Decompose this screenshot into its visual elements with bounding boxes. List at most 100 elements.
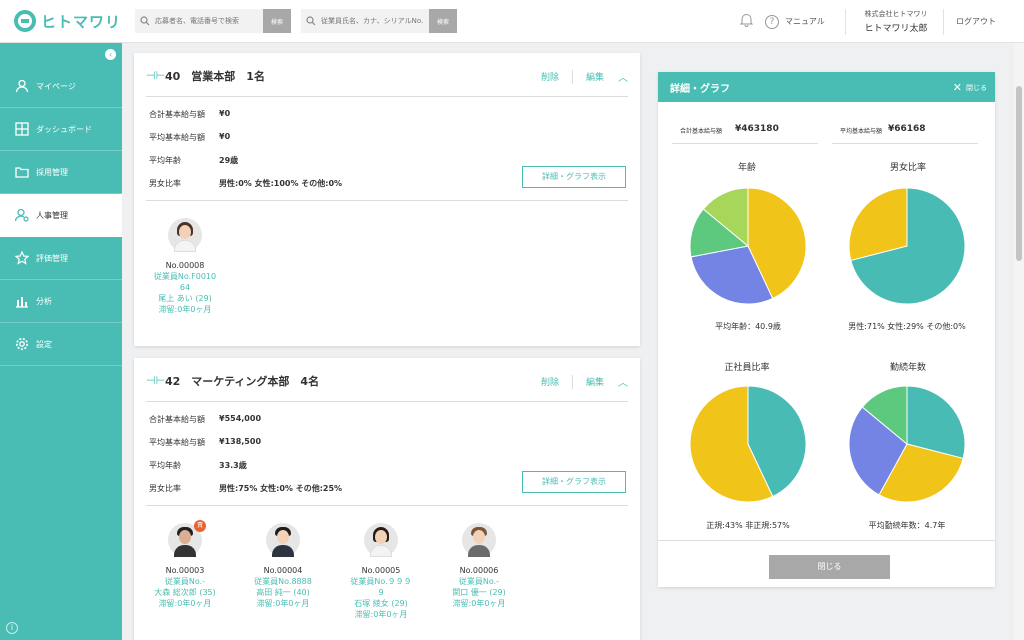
employee-number: No.00003: [165, 566, 205, 575]
panel-header: 詳細・グラフ ✕ 閉じる: [658, 72, 995, 102]
manual-link[interactable]: ? マニュアル: [765, 0, 825, 43]
employee-code-cont[interactable]: 9: [336, 587, 426, 598]
employee-code[interactable]: 従業員No.-: [140, 576, 230, 587]
bell-icon: [739, 13, 754, 30]
employee-name[interactable]: 尾上 あい (29): [140, 293, 230, 304]
detail-graph-button[interactable]: 詳細・グラフ表示: [522, 471, 626, 493]
chevron-up-icon[interactable]: ︿: [618, 69, 628, 84]
employee-item[interactable]: No.00005 従業員No.９９９ 9 石塚 綾女 (29) 滞留:0年0ヶ月: [336, 523, 426, 620]
gender-ratio-value: 男性:0% 女性:100% その他:0%: [219, 179, 343, 188]
user-info[interactable]: 株式会社ヒトマワリ ヒトマワリ太郎: [856, 9, 936, 34]
sidebar: ‹ マイページ ダッシュボード 採用管理 人事管理 評価管理 分析 設定 i: [0, 43, 122, 640]
panel-avg-salary-value: ¥66168: [888, 124, 926, 134]
applicant-search-input[interactable]: [155, 9, 263, 33]
total-salary-label: 合計基本給与額: [149, 415, 205, 424]
employee-item[interactable]: 責 No.00003 従業員No.- 大森 総次郎 (35) 滞留:0年0ヶ月: [140, 520, 230, 609]
avg-salary-value: ¥0: [219, 132, 231, 141]
employee-name[interactable]: 石塚 綾女 (29): [336, 598, 426, 609]
department-icon: ⊣⊢: [146, 374, 166, 387]
scrollbar-thumb[interactable]: [1016, 86, 1022, 261]
detail-graph-panel: 詳細・グラフ ✕ 閉じる 合計基本給与額 ¥463180 平均基本給与額 ¥66…: [658, 72, 995, 587]
department-icon: ⊣⊢: [146, 69, 166, 82]
logout-link[interactable]: ログアウト: [956, 0, 996, 43]
detail-graph-button[interactable]: 詳細・グラフ表示: [522, 166, 626, 188]
panel-total-salary: 合計基本給与額 ¥463180: [672, 120, 818, 144]
avatar: [168, 218, 202, 252]
applicant-search-button[interactable]: 検索: [263, 9, 291, 33]
chevron-up-icon[interactable]: ︿: [618, 374, 628, 389]
edit-button[interactable]: 編集: [586, 375, 604, 388]
fulltime-chart-title: 正社員比率: [724, 363, 770, 373]
employee-code[interactable]: 従業員No.8888: [238, 576, 328, 587]
app-header: ヒトマワリ 検索 検索 ? マニュアル 株式会社ヒトマワリ ヒトマワリ太郎 ログ…: [0, 0, 1024, 43]
employee-code[interactable]: 従業員No.９９９: [336, 576, 426, 587]
sidebar-item-label: ダッシュボード: [36, 124, 92, 134]
employee-stay: 滞留:0年0ヶ月: [158, 305, 212, 314]
help-icon: ?: [765, 14, 779, 29]
info-icon[interactable]: i: [6, 622, 18, 634]
employee-item[interactable]: No.00004 従業員No.8888 高田 純一 (40) 滞留:0年0ヶ月: [238, 523, 328, 609]
notification-bell[interactable]: [739, 0, 754, 43]
sidebar-item-recruiting[interactable]: 採用管理: [0, 151, 122, 194]
avg-age-label: 平均年齢: [149, 156, 181, 165]
panel-total-salary-label: 合計基本給与額: [680, 128, 723, 135]
collapse-sidebar-button[interactable]: ‹: [105, 49, 116, 60]
employee-search-button[interactable]: 検索: [429, 9, 457, 33]
tenure-chart-title: 勤続年数: [889, 363, 926, 373]
department-title: 42 マーケティング本部 4名: [165, 375, 320, 388]
department-card-header: ⊣⊢ 40 営業本部 1名 削除 編集 ︿: [146, 53, 628, 97]
delete-button[interactable]: 削除: [541, 70, 559, 83]
department-card: ⊣⊢ 40 営業本部 1名 削除 編集 ︿ 合計基本給与額 ¥0 平均基本給与額 ¥…: [134, 53, 640, 346]
department-title: 40 営業本部 1名: [165, 70, 265, 83]
close-icon: ✕: [952, 81, 962, 94]
panel-divider: [658, 540, 995, 541]
sidebar-item-analysis[interactable]: 分析: [0, 280, 122, 323]
search-icon: [301, 9, 321, 33]
employee-number: No.00005: [361, 566, 401, 575]
logo-mark-icon: [14, 10, 36, 32]
panel-close-button[interactable]: ✕ 閉じる: [953, 81, 987, 94]
brand-name: ヒトマワリ: [41, 12, 122, 31]
sidebar-item-label: マイページ: [36, 81, 76, 91]
employee-search-input[interactable]: [321, 9, 429, 33]
person-settings-icon: [14, 207, 30, 223]
action-divider: [571, 374, 573, 389]
fulltime-chart-caption: 正規:43% 非正規:57%: [706, 521, 790, 530]
employee-number: No.00008: [165, 261, 205, 270]
edit-button[interactable]: 編集: [586, 70, 604, 83]
panel-close-bottom-button[interactable]: 閉じる: [769, 555, 890, 579]
employee-item[interactable]: No.00008 従業員No.F0010 64 尾上 あい (29) 滞留:0年…: [140, 218, 230, 315]
employee-code[interactable]: 従業員No.F0010: [140, 271, 230, 282]
gear-icon: [14, 336, 30, 352]
gender-pie-chart: [848, 187, 966, 305]
employee-name[interactable]: 関口 優一 (29): [434, 587, 524, 598]
user-icon: [14, 78, 30, 94]
sidebar-item-mypage[interactable]: マイページ: [0, 65, 122, 108]
employee-name[interactable]: 大森 総次郎 (35): [140, 587, 230, 598]
avatar: 責: [168, 520, 206, 557]
employee-name[interactable]: 高田 純一 (40): [238, 587, 328, 598]
sidebar-item-settings[interactable]: 設定: [0, 323, 122, 366]
employee-code[interactable]: 従業員No.-: [434, 576, 524, 587]
employee-code-cont[interactable]: 64: [140, 282, 230, 293]
employee-stay: 滞留:0年0ヶ月: [354, 610, 408, 619]
folder-icon: [14, 164, 30, 180]
sidebar-item-hr[interactable]: 人事管理: [0, 194, 122, 237]
panel-total-salary-value: ¥463180: [735, 124, 779, 134]
header-divider: [845, 9, 846, 35]
age-pie-chart: [689, 187, 807, 305]
avatar: [266, 523, 300, 557]
delete-button[interactable]: 削除: [541, 375, 559, 388]
sidebar-item-label: 分析: [36, 296, 52, 306]
leader-badge: 責: [194, 520, 206, 532]
logout-label: ログアウト: [956, 17, 996, 26]
brand-logo[interactable]: ヒトマワリ: [14, 10, 121, 32]
total-salary-label: 合計基本給与額: [149, 110, 205, 119]
employee-item[interactable]: No.00006 従業員No.- 関口 優一 (29) 滞留:0年0ヶ月: [434, 523, 524, 609]
search-icon: [135, 9, 155, 33]
sidebar-item-evaluation[interactable]: 評価管理: [0, 237, 122, 280]
company-name: 株式会社ヒトマワリ: [864, 10, 928, 18]
tenure-chart-caption: 平均勤続年数：4.7年: [868, 521, 946, 530]
action-divider: [571, 69, 573, 84]
sidebar-item-dashboard[interactable]: ダッシュボード: [0, 108, 122, 151]
